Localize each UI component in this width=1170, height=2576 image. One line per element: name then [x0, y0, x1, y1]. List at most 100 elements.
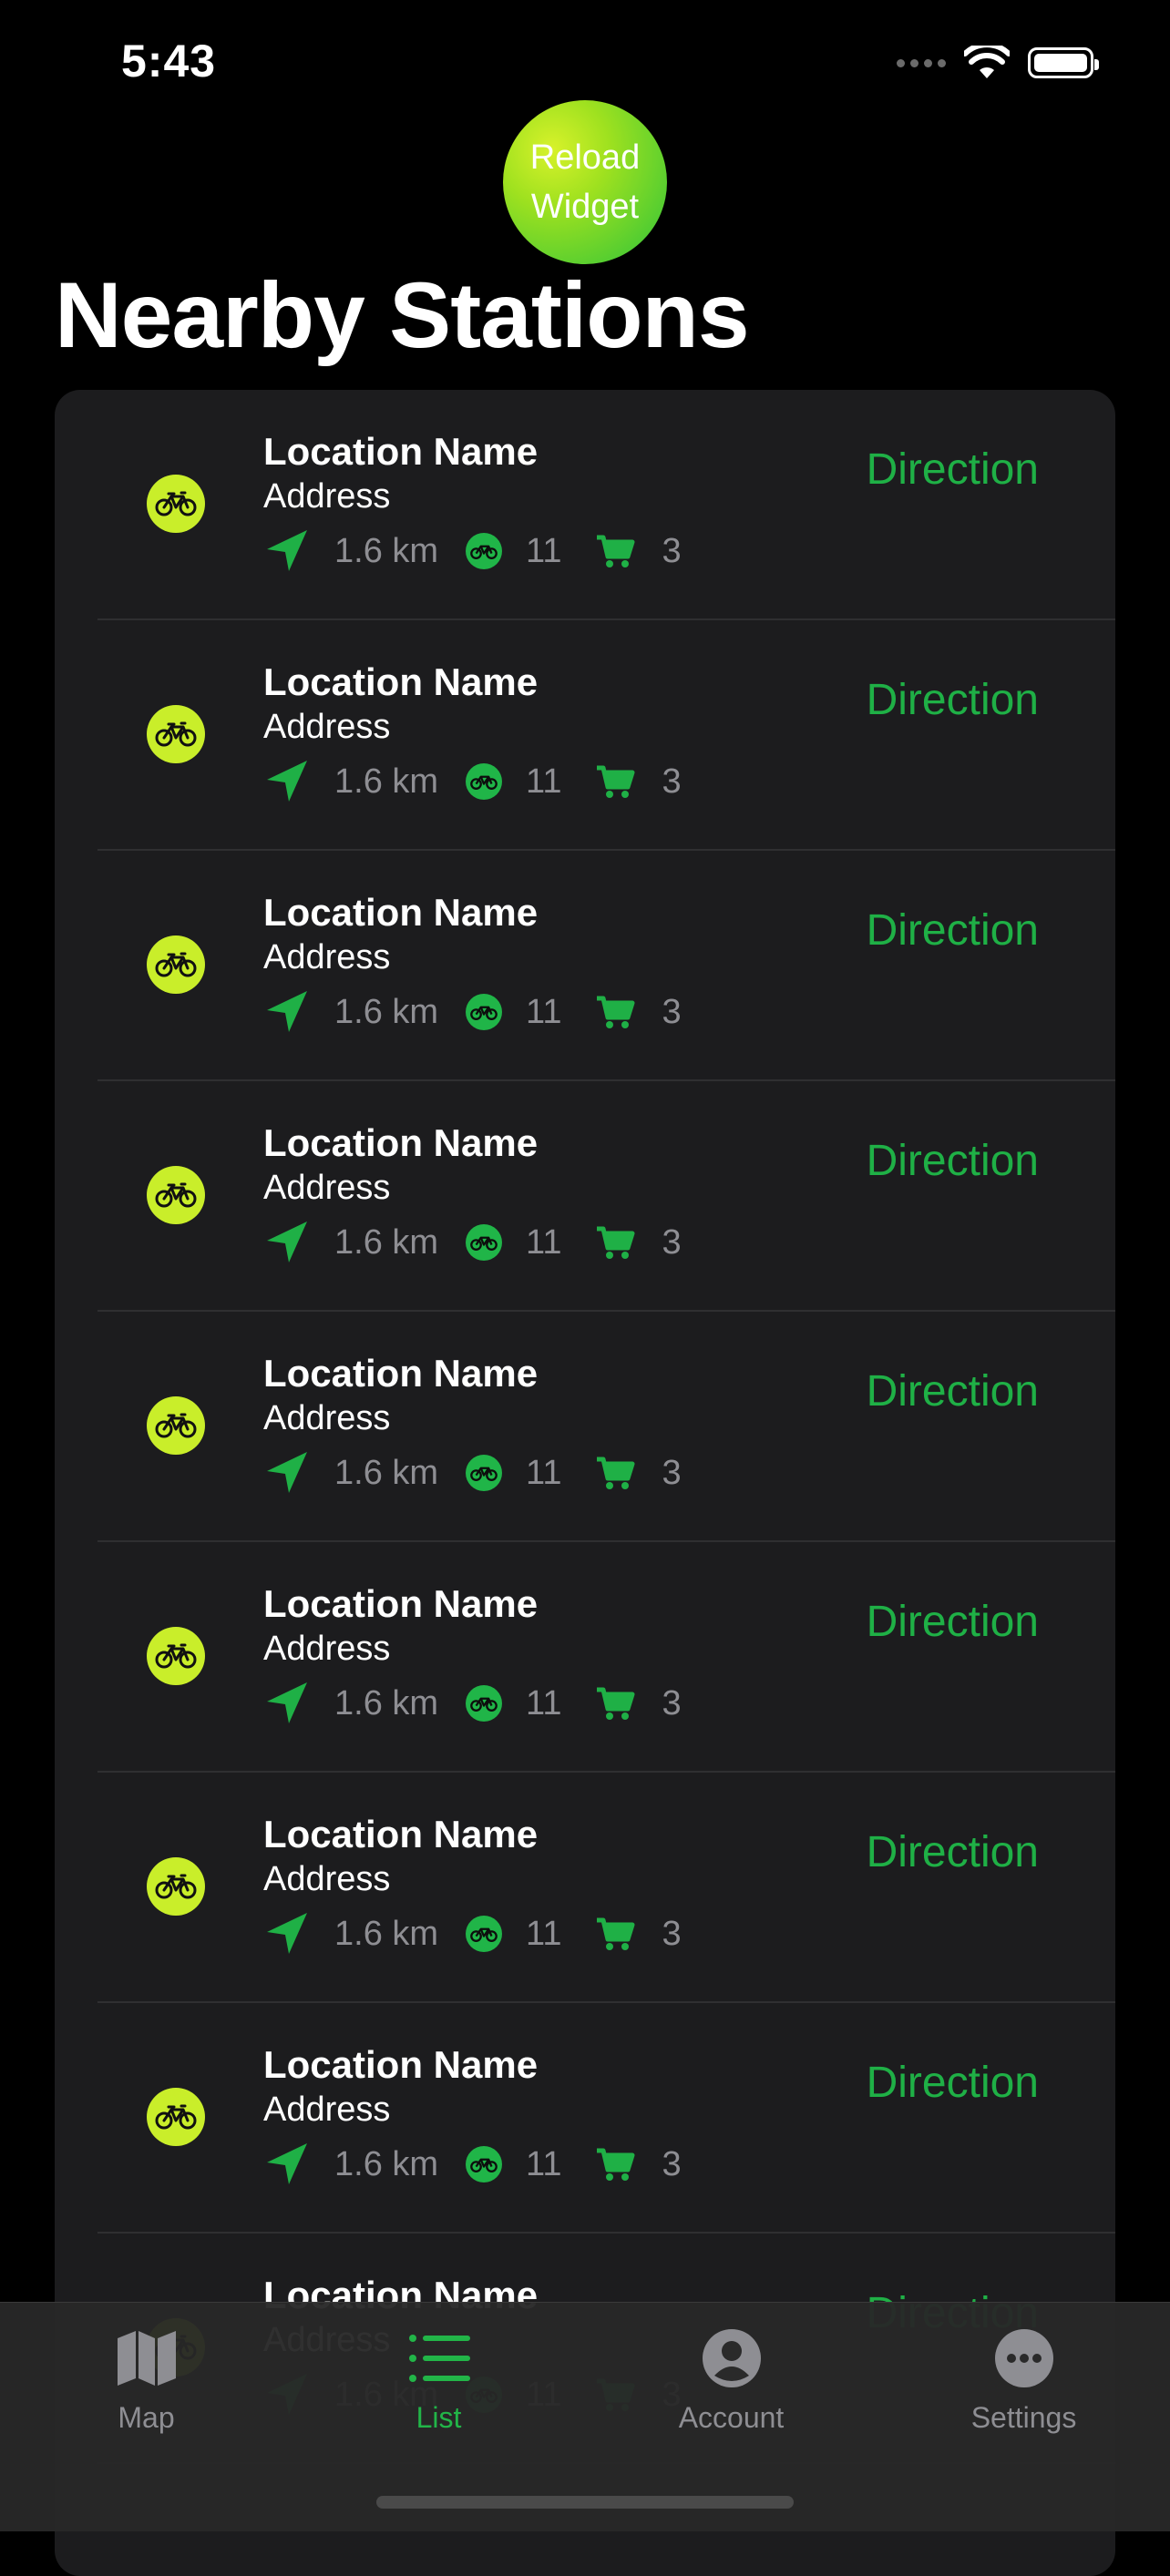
station-row[interactable]: Location Name Address 1.6 km 11 3: [55, 2003, 1115, 2234]
station-name: Location Name: [263, 1121, 539, 1164]
station-bike-icon: [147, 1396, 205, 1455]
station-row[interactable]: Location Name Address 1.6 km 11 3: [55, 390, 1115, 620]
station-dock-count: 3: [662, 762, 682, 801]
tab-map-label: Map: [118, 2401, 175, 2434]
cart-icon: [596, 996, 634, 1028]
status-indicators: [897, 46, 1099, 80]
station-meta: 1.6 km 11 3: [263, 989, 682, 1035]
station-name: Location Name: [263, 430, 539, 473]
available-bikes-icon: [466, 1455, 503, 1491]
direction-button[interactable]: Direction: [867, 1597, 1039, 1647]
station-row[interactable]: Location Name Address 1.6 km 11 3: [55, 1312, 1115, 1542]
station-address: Address: [263, 1860, 391, 1898]
station-bike-count: 11: [526, 1222, 562, 1262]
list-icon: [408, 2335, 470, 2382]
station-dock-count: 3: [662, 1914, 682, 1953]
station-bike-count: 11: [526, 1683, 562, 1722]
station-distance: 1.6 km: [334, 2144, 439, 2183]
direction-button[interactable]: Direction: [867, 2058, 1039, 2108]
reload-widget-label-line1: Reload: [529, 138, 641, 177]
station-name: Location Name: [263, 2043, 539, 2086]
station-address: Address: [263, 1630, 391, 1668]
station-row[interactable]: Location Name Address 1.6 km 11 3: [55, 1542, 1115, 1773]
cellular-signal-icon: [897, 58, 946, 67]
station-dock-count: 3: [662, 1222, 682, 1262]
cart-icon: [596, 765, 634, 798]
station-distance: 1.6 km: [334, 762, 439, 801]
station-bike-count: 11: [526, 531, 562, 570]
station-bike-icon: [147, 935, 205, 994]
battery-icon: [1028, 47, 1099, 78]
tab-account[interactable]: Account: [585, 2303, 878, 2467]
available-bikes-icon: [466, 1685, 503, 1722]
station-address: Address: [263, 938, 391, 976]
direction-button[interactable]: Direction: [867, 675, 1039, 725]
available-bikes-icon: [466, 533, 503, 569]
location-arrow-icon: [267, 1222, 307, 1262]
cart-icon: [596, 1226, 634, 1259]
station-meta: 1.6 km 11 3: [263, 528, 682, 574]
station-bike-icon: [147, 1857, 205, 1916]
station-address: Address: [263, 708, 391, 746]
tab-list[interactable]: List: [292, 2303, 585, 2467]
available-bikes-icon: [466, 2146, 503, 2182]
tab-settings[interactable]: Settings: [878, 2303, 1170, 2467]
station-name: Location Name: [263, 1352, 539, 1395]
direction-button[interactable]: Direction: [867, 1827, 1039, 1877]
station-row[interactable]: Location Name Address 1.6 km 11 3: [55, 1081, 1115, 1312]
station-meta: 1.6 km 11 3: [263, 1681, 682, 1726]
station-meta: 1.6 km 11 3: [263, 1911, 682, 1957]
station-distance: 1.6 km: [334, 1914, 439, 1953]
direction-button[interactable]: Direction: [867, 1136, 1039, 1186]
account-icon: [702, 2329, 761, 2387]
direction-button[interactable]: Direction: [867, 445, 1039, 495]
station-distance: 1.6 km: [334, 531, 439, 570]
station-name: Location Name: [263, 660, 539, 703]
direction-button[interactable]: Direction: [867, 905, 1039, 956]
available-bikes-icon: [466, 994, 503, 1030]
available-bikes-icon: [466, 763, 503, 800]
station-name: Location Name: [263, 891, 539, 934]
location-arrow-icon: [267, 991, 307, 1032]
station-dock-count: 3: [662, 531, 682, 570]
settings-icon: [994, 2329, 1053, 2387]
page-title: Nearby Stations: [55, 263, 750, 367]
station-bike-count: 11: [526, 1453, 562, 1492]
station-meta: 1.6 km 11 3: [263, 2142, 682, 2187]
station-row[interactable]: Location Name Address 1.6 km 11 3: [55, 851, 1115, 1081]
station-address: Address: [263, 1169, 391, 1207]
station-distance: 1.6 km: [334, 992, 439, 1031]
tab-account-label: Account: [678, 2401, 785, 2434]
location-arrow-icon: [267, 1682, 307, 1723]
station-bike-count: 11: [526, 1914, 562, 1953]
cart-icon: [596, 1687, 634, 1720]
tab-settings-label: Settings: [970, 2401, 1077, 2434]
station-meta: 1.6 km 11 3: [263, 1450, 682, 1496]
location-arrow-icon: [267, 1913, 307, 1954]
station-address: Address: [263, 1399, 391, 1437]
map-icon: [117, 2331, 176, 2386]
station-bike-count: 11: [526, 992, 562, 1031]
station-dock-count: 3: [662, 992, 682, 1031]
location-arrow-icon: [267, 2143, 307, 2184]
station-dock-count: 3: [662, 2144, 682, 2183]
cart-icon: [596, 2148, 634, 2181]
station-row[interactable]: Location Name Address 1.6 km 11 3: [55, 620, 1115, 851]
tab-list-label: List: [416, 2401, 462, 2434]
station-bike-icon: [147, 2088, 205, 2146]
cart-icon: [596, 1457, 634, 1489]
location-arrow-icon: [267, 761, 307, 802]
station-distance: 1.6 km: [334, 1453, 439, 1492]
station-row[interactable]: Location Name Address 1.6 km 11 3: [55, 1773, 1115, 2003]
tab-map[interactable]: Map: [0, 2303, 292, 2467]
reload-widget-button[interactable]: Reload Widget: [503, 100, 667, 264]
reload-widget-label-line2: Widget: [530, 188, 640, 226]
available-bikes-icon: [466, 1224, 503, 1261]
station-meta: 1.6 km 11 3: [263, 1220, 682, 1265]
direction-button[interactable]: Direction: [867, 1366, 1039, 1416]
station-address: Address: [263, 477, 391, 516]
station-bike-icon: [147, 1166, 205, 1224]
station-address: Address: [263, 2090, 391, 2129]
station-dock-count: 3: [662, 1453, 682, 1492]
location-arrow-icon: [267, 1452, 307, 1493]
